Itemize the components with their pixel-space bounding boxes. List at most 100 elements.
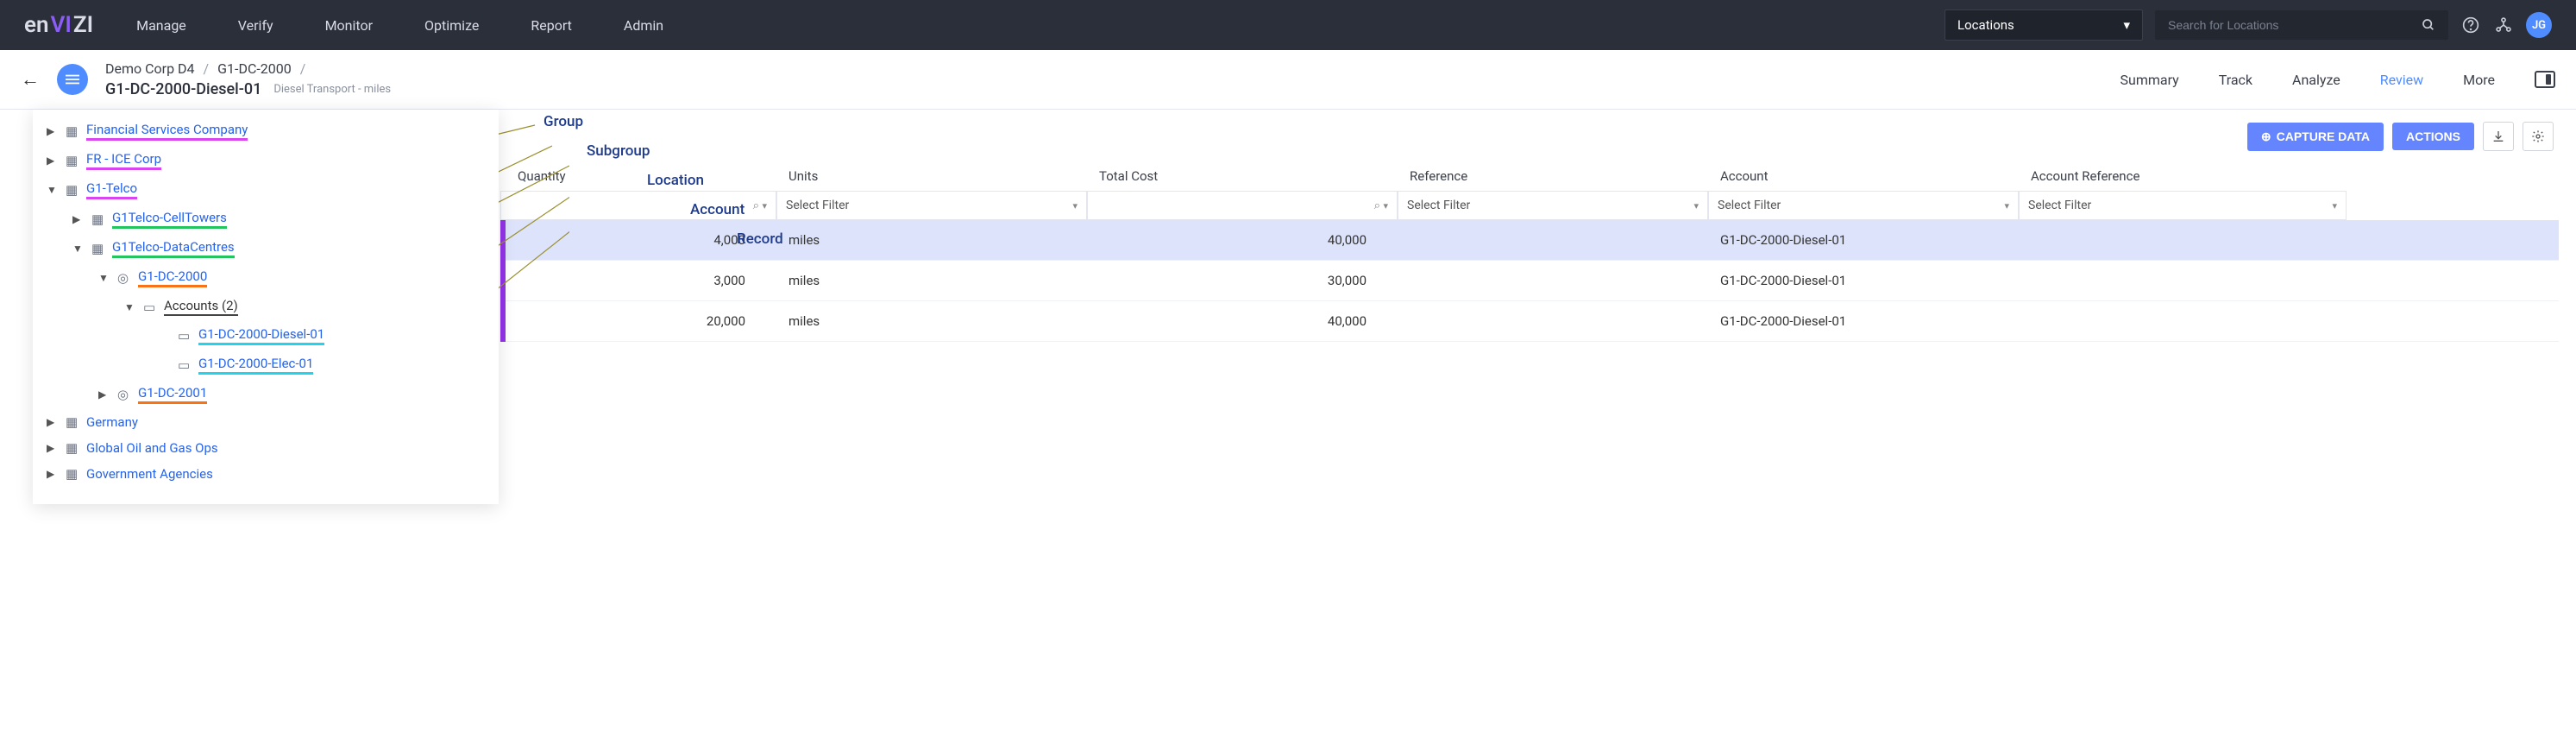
nav-report[interactable]: Report	[531, 17, 572, 34]
col-total-cost: Total Cost	[1087, 168, 1398, 184]
tree-label: Government Agencies	[86, 466, 213, 482]
col-account: Account	[1708, 168, 2019, 184]
breadcrumb-bar: ← Demo Corp D4 / G1-DC-2000 / G1-DC-2000…	[0, 50, 2576, 110]
settings-button[interactable]	[2523, 122, 2554, 151]
chevron-down-icon: ▾	[1693, 200, 1699, 211]
tree-item-datacentres[interactable]: ▼ ▦ G1Telco-DataCentres	[33, 234, 499, 263]
avatar[interactable]: JG	[2526, 12, 2552, 38]
location-icon: ◎	[117, 387, 131, 402]
tree-toggle-button[interactable]	[57, 64, 88, 95]
logo-accent: VI	[51, 12, 72, 38]
record-indicator	[500, 301, 506, 342]
filter-reference[interactable]: Select Filter▾	[1398, 191, 1708, 220]
table-row[interactable]: 4,000 miles 40,000 G1-DC-2000-Diesel-01	[500, 220, 2559, 261]
back-arrow[interactable]: ←	[21, 68, 40, 91]
actions-button[interactable]: ACTIONS	[2392, 123, 2474, 150]
caret-right-icon: ▶	[98, 388, 110, 401]
col-quantity: Quantity	[500, 168, 776, 184]
filter-account[interactable]: Select Filter▾	[1708, 191, 2019, 220]
col-reference: Reference	[1398, 168, 1708, 184]
caret-right-icon: ▶	[47, 442, 59, 454]
table-row[interactable]: 20,000 miles 40,000 G1-DC-2000-Diesel-01	[500, 301, 2559, 342]
tree-item-g1telco[interactable]: ▼ ▦ G1-Telco	[33, 175, 499, 205]
nav-monitor[interactable]: Monitor	[325, 17, 373, 34]
cell-account: G1-DC-2000-Diesel-01	[1708, 232, 2019, 248]
caret-right-icon: ▶	[47, 125, 59, 137]
logo-prefix: en	[24, 12, 49, 38]
group-icon: ▦	[66, 466, 79, 482]
tree-item-dc2000[interactable]: ▼ ◎ G1-DC-2000	[33, 263, 499, 293]
subgroup-icon: ▦	[91, 241, 105, 256]
content: ⊕ CAPTURE DATA ACTIONS Quantity Units To…	[500, 110, 2576, 376]
caret-down-icon: ▼	[124, 301, 136, 313]
tree-label: G1-DC-2000-Diesel-01	[198, 326, 324, 345]
logo[interactable]: enVIZI	[24, 12, 93, 38]
filter-account-reference[interactable]: Select Filter▾	[2019, 191, 2347, 220]
tree-item-dc2001[interactable]: ▶ ◎ G1-DC-2001	[33, 380, 499, 409]
col-units: Units	[776, 168, 1087, 184]
tab-summary[interactable]: Summary	[2120, 72, 2179, 88]
cell-account: G1-DC-2000-Diesel-01	[1708, 273, 2019, 288]
tree-label: G1-DC-2000-Elec-01	[198, 356, 313, 375]
help-icon[interactable]	[2460, 15, 2481, 35]
top-nav: enVIZI Manage Verify Monitor Optimize Re…	[0, 0, 2576, 50]
scope-select[interactable]: Locations ▾	[1945, 9, 2143, 41]
tree-label: G1-Telco	[86, 180, 137, 199]
cell-quantity: 20,000	[500, 313, 776, 329]
tree-item-celltowers[interactable]: ▶ ▦ G1Telco-CellTowers	[33, 205, 499, 234]
tree-label: Global Oil and Gas Ops	[86, 440, 218, 456]
tree-item-fr-ice[interactable]: ▶ ▦ FR - ICE Corp	[33, 146, 499, 175]
nav-optimize[interactable]: Optimize	[424, 17, 479, 34]
tree-item-elec01[interactable]: ▭ G1-DC-2000-Elec-01	[33, 350, 499, 380]
account-icon: ▭	[178, 357, 192, 373]
tab-review[interactable]: Review	[2380, 72, 2423, 88]
table-header: Quantity Units Total Cost Reference Acco…	[500, 160, 2559, 191]
nav-verify[interactable]: Verify	[238, 17, 273, 34]
tree-item-germany[interactable]: ▶ ▦ Germany	[33, 409, 499, 435]
group-icon: ▦	[66, 414, 79, 430]
tree-item-globaloil[interactable]: ▶ ▦ Global Oil and Gas Ops	[33, 435, 499, 461]
tree-item-accounts[interactable]: ▼ ▭ Accounts (2)	[33, 293, 499, 321]
cell-quantity: 3,000	[500, 273, 776, 288]
cell-units: miles	[776, 273, 1087, 288]
nav-manage[interactable]: Manage	[136, 17, 186, 34]
tree-item-govt[interactable]: ▶ ▦ Government Agencies	[33, 461, 499, 487]
tree-label: G1-DC-2001	[138, 385, 207, 404]
nav-admin[interactable]: Admin	[624, 17, 663, 34]
panel-toggle-icon[interactable]	[2535, 71, 2555, 88]
record-indicator	[500, 220, 506, 261]
caret-right-icon: ▶	[47, 468, 59, 480]
filter-quantity[interactable]: ⌕ ▾	[500, 191, 776, 220]
location-icon: ◎	[117, 270, 131, 286]
chevron-down-icon: ▾	[1383, 200, 1388, 211]
capture-data-button[interactable]: ⊕ CAPTURE DATA	[2247, 123, 2384, 151]
search-input[interactable]	[2168, 18, 2422, 32]
download-button[interactable]	[2483, 122, 2514, 151]
tab-track[interactable]: Track	[2219, 72, 2252, 88]
crumb-level1[interactable]: Demo Corp D4	[105, 60, 195, 77]
tab-analyze[interactable]: Analyze	[2292, 72, 2340, 88]
breadcrumb: Demo Corp D4 / G1-DC-2000 / G1-DC-2000-D…	[105, 60, 391, 98]
group-icon: ▦	[66, 153, 79, 168]
caret-right-icon: ▶	[47, 416, 59, 428]
search-box[interactable]	[2155, 10, 2448, 40]
tree-item-financial[interactable]: ▶ ▦ Financial Services Company	[33, 117, 499, 146]
tab-more[interactable]: More	[2463, 72, 2495, 88]
cell-total-cost: 30,000	[1087, 273, 1398, 288]
logo-suffix: ZI	[73, 12, 93, 38]
filter-units[interactable]: Select Filter▾	[776, 191, 1087, 220]
cell-total-cost: 40,000	[1087, 313, 1398, 329]
crumb-subtitle: Diesel Transport - miles	[273, 83, 391, 96]
group-icon: ▦	[66, 123, 79, 139]
table-row[interactable]: 3,000 miles 30,000 G1-DC-2000-Diesel-01	[500, 261, 2559, 301]
org-icon[interactable]	[2493, 15, 2514, 35]
filter-total-cost[interactable]: ⌕ ▾	[1087, 191, 1398, 220]
crumb-level2[interactable]: G1-DC-2000	[217, 60, 292, 77]
cell-total-cost: 40,000	[1087, 232, 1398, 248]
tree-item-diesel01[interactable]: ▭ G1-DC-2000-Diesel-01	[33, 321, 499, 350]
search-icon: ⌕	[1374, 199, 1380, 212]
caret-down-icon: ▼	[98, 272, 110, 284]
tree-panel: ▶ ▦ Financial Services Company ▶ ▦ FR - …	[33, 110, 499, 504]
col-account-reference: Account Reference	[2019, 168, 2347, 184]
tree-label: Accounts (2)	[164, 298, 238, 316]
